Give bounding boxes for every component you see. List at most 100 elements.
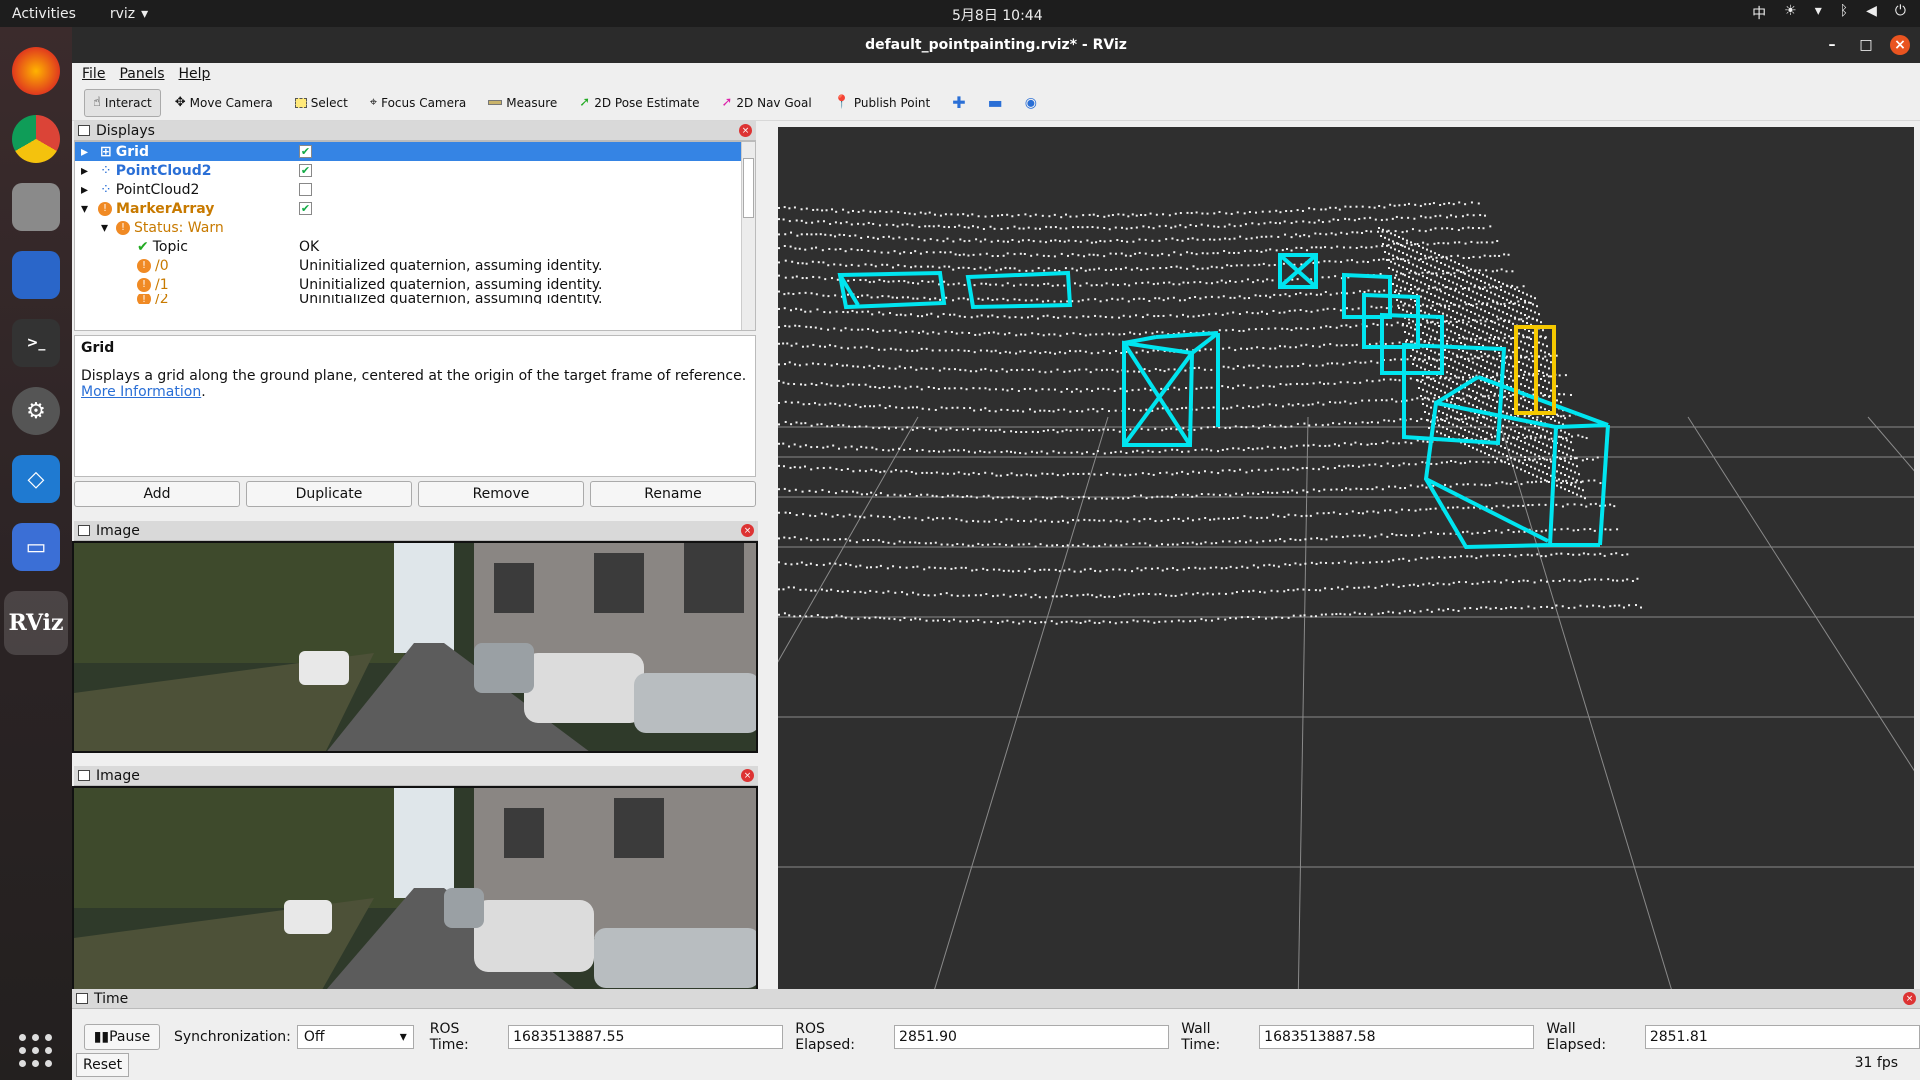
lidar-point [1471, 357, 1474, 360]
system-tray[interactable]: 中 ☀ ▾ ᛒ ◀ ⏻ [1752, 3, 1906, 23]
tree-row-pointcloud2-b[interactable]: ▸ ⁘ PointCloud2 [75, 180, 755, 199]
lidar-point [828, 248, 831, 251]
rviz-icon[interactable]: RViz [4, 591, 68, 655]
screenshot-icon[interactable]: ▭ [12, 523, 60, 571]
collapse-arrow-icon[interactable]: ▾ [101, 220, 108, 236]
render-canvas[interactable] [778, 127, 1914, 1011]
lidar-point [1262, 280, 1265, 283]
interact-tool[interactable]: ☝ Interact [84, 88, 161, 117]
nav-goal-tool[interactable]: ➚ 2D Nav Goal [714, 89, 820, 117]
lidar-point [1301, 383, 1304, 386]
lidar-point [878, 278, 881, 281]
lidar-point [1562, 480, 1564, 483]
move-camera-tool[interactable]: ✥ Move Camera [167, 89, 281, 117]
pointcloud2-b-checkbox[interactable] [299, 183, 312, 196]
focus-camera-tool[interactable]: ⌖ Focus Camera [362, 89, 475, 117]
lidar-point [873, 405, 876, 408]
select-tool[interactable]: Select [287, 89, 356, 117]
menu-panels[interactable]: Panels [119, 66, 164, 82]
expand-arrow-icon[interactable]: ▸ [81, 163, 88, 179]
lidar-point [1168, 214, 1171, 217]
grid-checkbox[interactable]: ✔ [299, 145, 312, 158]
clock[interactable]: 5月8日 10:44 [952, 5, 1043, 25]
expand-arrow-icon[interactable]: ▸ [81, 144, 88, 160]
menu-file[interactable]: File [82, 66, 105, 82]
tree-row-status[interactable]: ▾! Status: Warn [75, 218, 755, 237]
maximize-icon[interactable]: □ [1856, 35, 1876, 55]
expand-arrow-icon[interactable]: ▸ [81, 182, 88, 198]
pointcloud2-checkbox[interactable]: ✔ [299, 164, 312, 177]
publish-point-tool[interactable]: 📍 Publish Point [826, 89, 939, 117]
remove-tool-icon[interactable]: ▬ [980, 89, 1011, 117]
lidar-point [815, 233, 818, 236]
lidar-point [1414, 356, 1416, 359]
markerarray-checkbox[interactable]: ✔ [299, 202, 312, 215]
lidar-point [1424, 269, 1426, 271]
pose-estimate-tool[interactable]: ➚ 2D Pose Estimate [571, 89, 707, 117]
firefox-icon[interactable] [12, 47, 60, 95]
tree-row-grid[interactable]: ▸ ⊞ Grid ✔ [75, 142, 755, 161]
pause-button[interactable]: ▮▮ Pause [84, 1024, 160, 1050]
lidar-point [1383, 419, 1386, 422]
add-tool-icon[interactable]: ✚ [944, 89, 973, 117]
lidar-point [1141, 592, 1144, 595]
remove-button[interactable]: Remove [418, 481, 584, 507]
vscode-icon[interactable]: ◇ [12, 455, 60, 503]
settings-icon[interactable]: ⚙ [12, 387, 60, 435]
close-panel-icon[interactable]: × [741, 769, 754, 782]
ros-elapsed-field[interactable]: 2851.90 [894, 1025, 1170, 1049]
tree-row-pointcloud2[interactable]: ▸ ⁘ PointCloud2 ✔ [75, 161, 755, 180]
tree-row-m1[interactable]: !/1 Uninitialized quaternion, assuming i… [75, 275, 755, 294]
files-icon[interactable] [12, 183, 60, 231]
rename-button[interactable]: Rename [590, 481, 756, 507]
tree-row-topic[interactable]: ✔ Topic OK [75, 237, 755, 256]
close-panel-icon[interactable]: × [739, 124, 752, 137]
pin-icon: 📍 [833, 95, 850, 110]
ros-time-field[interactable]: 1683513887.55 [508, 1025, 784, 1049]
lidar-point [783, 307, 786, 310]
lidar-point [888, 427, 891, 430]
lidar-point [890, 210, 893, 213]
writer-icon[interactable] [12, 251, 60, 299]
input-method-label[interactable]: 中 [1752, 3, 1766, 23]
close-panel-icon[interactable]: × [741, 524, 754, 537]
terminal-icon[interactable]: >_ [12, 319, 60, 367]
eye-icon[interactable]: ◉ [1017, 89, 1045, 117]
lidar-point [1512, 308, 1514, 311]
chrome-icon[interactable] [12, 115, 60, 163]
sync-select[interactable]: Off ▾ [296, 1025, 414, 1049]
lidar-point [1412, 306, 1414, 309]
show-apps-icon[interactable] [19, 1034, 53, 1068]
tree-row-m2[interactable]: !/2 Uninitialized quaternion, assuming i… [75, 294, 755, 304]
lidar-point [1404, 245, 1406, 248]
lidar-point [1406, 282, 1408, 285]
menu-help[interactable]: Help [179, 66, 211, 82]
tree-row-markerarray[interactable]: ▾! MarkerArray ✔ [75, 199, 755, 218]
duplicate-button[interactable]: Duplicate [246, 481, 412, 507]
tree-row-m0[interactable]: !/0 Uninitialized quaternion, assuming i… [75, 256, 755, 275]
lidar-point [1161, 331, 1164, 334]
add-button[interactable]: Add [74, 481, 240, 507]
lidar-point [1566, 467, 1568, 470]
lidar-point [963, 226, 966, 229]
lidar-point [791, 260, 794, 263]
lidar-point [1572, 529, 1575, 532]
lidar-point [1349, 613, 1352, 616]
activities-button[interactable]: Activities [12, 6, 76, 22]
close-panel-icon[interactable]: × [1903, 992, 1916, 1005]
collapse-arrow-icon[interactable]: ▾ [81, 201, 88, 217]
reset-button[interactable]: Reset [76, 1053, 130, 1077]
lidar-point [1528, 336, 1531, 339]
more-information-link[interactable]: More Information [81, 384, 201, 400]
minimize-icon[interactable]: – [1822, 35, 1842, 55]
wall-elapsed-field[interactable]: 2851.81 [1644, 1025, 1920, 1049]
lidar-point [1562, 578, 1565, 581]
wall-time-field[interactable]: 1683513887.58 [1259, 1025, 1535, 1049]
lidar-point [1534, 425, 1536, 427]
close-icon[interactable]: × [1890, 35, 1910, 55]
app-menu[interactable]: rviz ▾ [110, 6, 148, 22]
measure-tool[interactable]: Measure [480, 89, 565, 117]
tree-scrollbar[interactable] [741, 142, 755, 330]
3d-render-view[interactable] [778, 127, 1914, 1011]
lidar-point [810, 589, 813, 592]
